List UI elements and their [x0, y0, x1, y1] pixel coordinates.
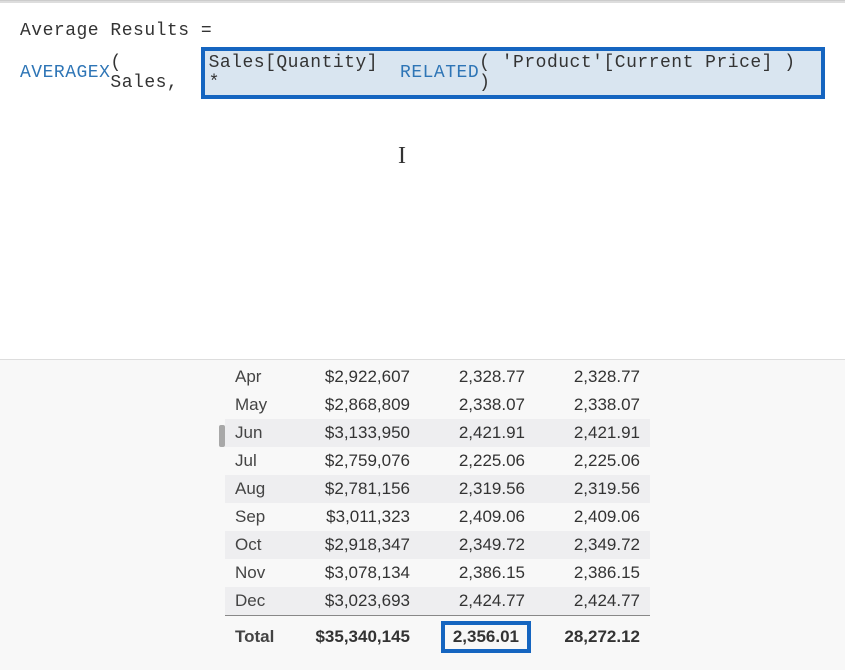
formula-bar[interactable]: Average Results = AVERAGEX ( Sales, Sale… — [0, 3, 845, 360]
table-row[interactable]: Jul$2,759,0762,225.062,225.06 — [225, 447, 650, 475]
results-pane: Apr$2,922,6072,328.772,328.77May$2,868,8… — [0, 360, 845, 670]
measure-name: Average Results = — [20, 21, 212, 41]
table-row[interactable]: Jun$3,133,9502,421.912,421.91 — [225, 419, 650, 447]
total-highlight: 2,356.01 — [441, 621, 531, 653]
value2-cell: 2,409.06 — [535, 503, 650, 531]
total-value1: 2,356.01 — [420, 615, 535, 658]
amount-cell: $3,023,693 — [290, 587, 420, 615]
scrollbar-thumb[interactable] — [219, 425, 225, 447]
month-cell: Jul — [225, 447, 290, 475]
table-row[interactable]: Sep$3,011,3232,409.062,409.06 — [225, 503, 650, 531]
amount-cell: $2,918,347 — [290, 531, 420, 559]
month-cell: May — [225, 391, 290, 419]
amount-cell: $2,781,156 — [290, 475, 420, 503]
value1-cell: 2,424.77 — [420, 587, 535, 615]
month-cell: Sep — [225, 503, 290, 531]
month-cell: Jun — [225, 419, 290, 447]
formula-arg-pre: Sales[Quantity] * — [209, 53, 400, 93]
function-related: RELATED — [400, 63, 479, 83]
table-total-row: Total$35,340,145 2,356.0128,272.12 — [225, 615, 650, 658]
amount-cell: $2,868,809 — [290, 391, 420, 419]
value1-cell: 2,225.06 — [420, 447, 535, 475]
formula-selection-highlight: Sales[Quantity] * RELATED ( 'Product'[Cu… — [201, 47, 825, 99]
text-cursor-icon: I — [398, 143, 406, 170]
amount-cell: $3,011,323 — [290, 503, 420, 531]
table-row[interactable]: May$2,868,8092,338.072,338.07 — [225, 391, 650, 419]
value1-cell: 2,421.91 — [420, 419, 535, 447]
table-row[interactable]: Apr$2,922,6072,328.772,328.77 — [225, 363, 650, 391]
value2-cell: 2,424.77 — [535, 587, 650, 615]
total-label: Total — [225, 615, 290, 658]
value2-cell: 2,225.06 — [535, 447, 650, 475]
value1-cell: 2,319.56 — [420, 475, 535, 503]
value1-cell: 2,349.72 — [420, 531, 535, 559]
value1-cell: 2,328.77 — [420, 363, 535, 391]
table-row[interactable]: Oct$2,918,3472,349.722,349.72 — [225, 531, 650, 559]
table-row[interactable]: Dec$3,023,6932,424.772,424.77 — [225, 587, 650, 615]
value2-cell: 2,338.07 — [535, 391, 650, 419]
month-cell: Oct — [225, 531, 290, 559]
amount-cell: $2,759,076 — [290, 447, 420, 475]
table-row[interactable]: Aug$2,781,1562,319.562,319.56 — [225, 475, 650, 503]
results-table: Apr$2,922,6072,328.772,328.77May$2,868,8… — [225, 363, 650, 658]
total-value2: 28,272.12 — [535, 615, 650, 658]
total-amount: $35,340,145 — [290, 615, 420, 658]
value1-cell: 2,409.06 — [420, 503, 535, 531]
month-cell: Apr — [225, 363, 290, 391]
formula-open: ( Sales, — [110, 53, 200, 93]
value2-cell: 2,328.77 — [535, 363, 650, 391]
value2-cell: 2,349.72 — [535, 531, 650, 559]
amount-cell: $3,133,950 — [290, 419, 420, 447]
value1-cell: 2,386.15 — [420, 559, 535, 587]
month-cell: Dec — [225, 587, 290, 615]
amount-cell: $3,078,134 — [290, 559, 420, 587]
amount-cell: $2,922,607 — [290, 363, 420, 391]
value2-cell: 2,421.91 — [535, 419, 650, 447]
formula-line-2: AVERAGEX ( Sales, Sales[Quantity] * RELA… — [20, 47, 825, 99]
month-cell: Nov — [225, 559, 290, 587]
value2-cell: 2,319.56 — [535, 475, 650, 503]
formula-line-1: Average Results = — [20, 21, 825, 41]
month-cell: Aug — [225, 475, 290, 503]
table-row[interactable]: Nov$3,078,1342,386.152,386.15 — [225, 559, 650, 587]
value1-cell: 2,338.07 — [420, 391, 535, 419]
value2-cell: 2,386.15 — [535, 559, 650, 587]
formula-arg-post: ( 'Product'[Current Price] ) ) — [479, 53, 817, 93]
function-averagex: AVERAGEX — [20, 63, 110, 83]
